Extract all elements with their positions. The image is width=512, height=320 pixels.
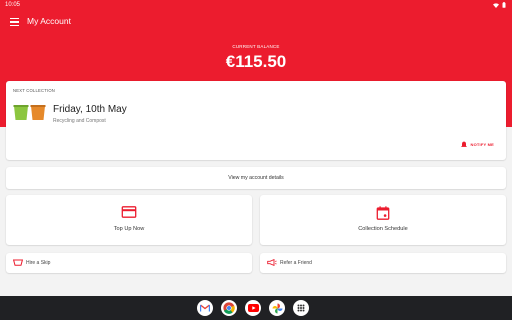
collection-types: Recycling and Compost <box>53 118 106 124</box>
refer-friend-label: Refer a Friend <box>280 260 312 266</box>
chrome-icon[interactable] <box>221 300 237 316</box>
youtube-icon[interactable] <box>245 300 261 316</box>
collection-date: Friday, 10th May <box>53 104 127 115</box>
refer-friend-card[interactable]: Refer a Friend <box>260 253 506 273</box>
gmail-icon[interactable] <box>197 300 213 316</box>
megaphone-icon <box>267 259 277 266</box>
bins-icon <box>13 105 46 120</box>
wifi-icon <box>493 2 499 8</box>
view-account-details-label: View my account details <box>228 175 284 181</box>
collection-schedule-label: Collection Schedule <box>358 226 408 232</box>
balance-label: CURRENT BALANCE <box>232 44 280 49</box>
next-collection-card: NEXT COLLECTION Friday, 10th May Recycli… <box>6 81 506 160</box>
hire-skip-card[interactable]: Hire a Skip <box>6 253 252 273</box>
photos-icon[interactable] <box>269 300 285 316</box>
status-bar: 10:05 <box>0 0 512 10</box>
status-time: 10:05 <box>5 2 21 8</box>
collection-schedule-tile[interactable]: Collection Schedule <box>260 195 506 245</box>
alarm-bell-icon <box>461 141 468 147</box>
hire-skip-label: Hire a Skip <box>26 260 51 266</box>
notify-me-button[interactable]: NOTIFY ME <box>461 141 494 147</box>
view-account-details-button[interactable]: View my account details <box>6 167 506 189</box>
system-nav-bar <box>0 296 512 320</box>
status-icons <box>493 2 506 8</box>
next-collection-label: NEXT COLLECTION <box>13 88 56 93</box>
calendar-icon <box>376 206 390 220</box>
balance-value: €115.50 <box>225 52 287 71</box>
page-title: My Account <box>27 16 71 26</box>
hamburger-menu-icon[interactable] <box>10 18 19 26</box>
top-up-label: Top Up Now <box>113 226 145 232</box>
skip-icon <box>13 259 23 266</box>
card-icon <box>121 206 137 218</box>
top-up-tile[interactable]: Top Up Now <box>6 195 252 245</box>
app-dock <box>197 300 309 316</box>
app-drawer-icon[interactable] <box>293 300 309 316</box>
battery-icon <box>502 2 506 8</box>
notify-me-label: NOTIFY ME <box>470 141 494 147</box>
